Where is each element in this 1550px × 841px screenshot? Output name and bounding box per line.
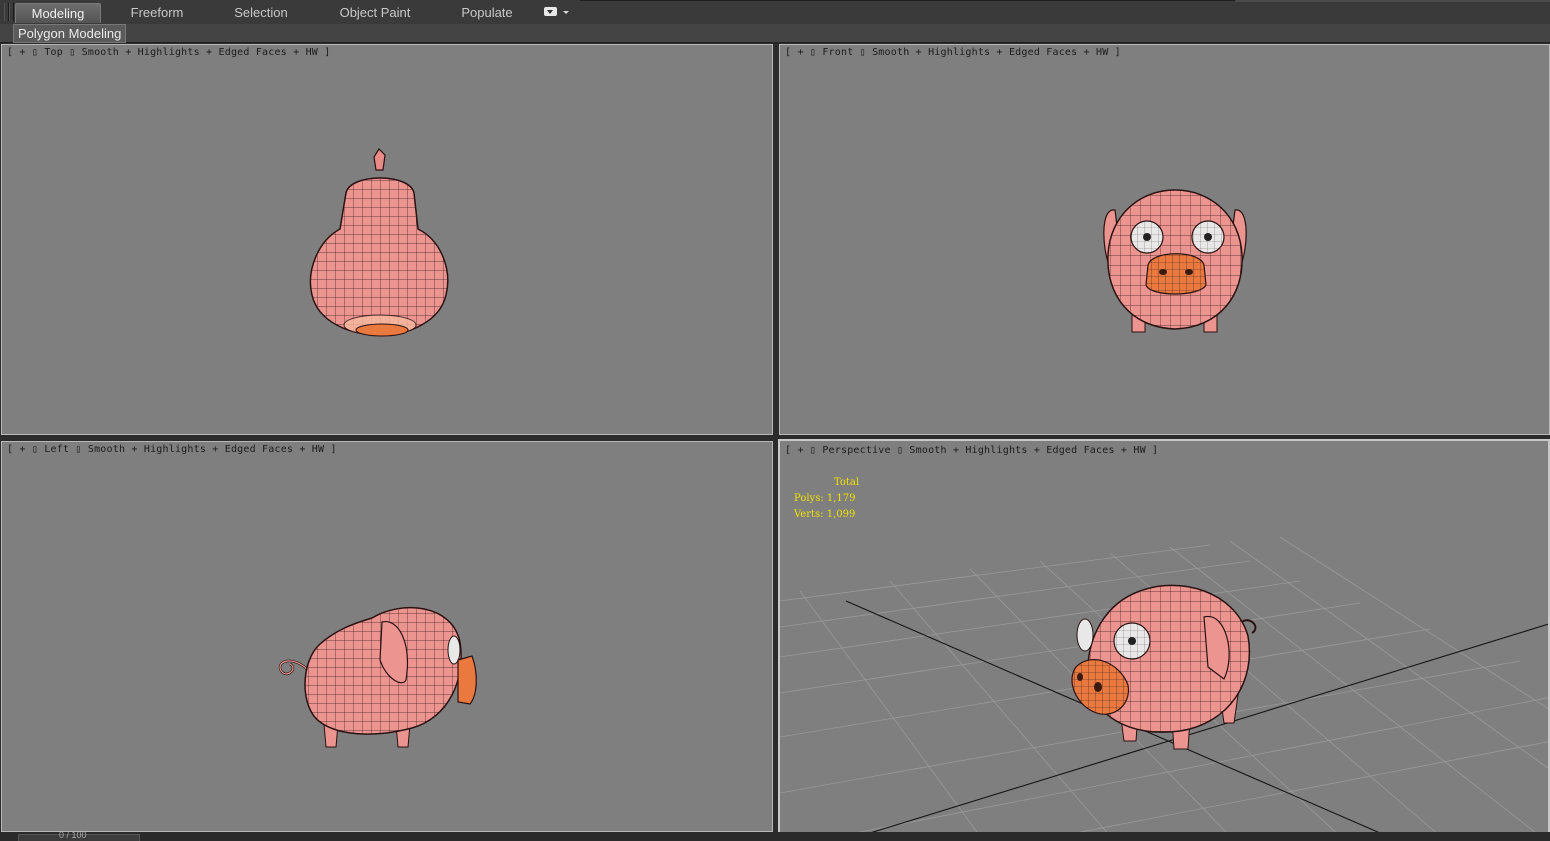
pig-mesh-front bbox=[1103, 189, 1247, 333]
ribbon-panel: Polygon Modeling bbox=[0, 24, 1550, 43]
panel-polygon-modeling[interactable]: Polygon Modeling bbox=[13, 24, 127, 43]
tab-selection[interactable]: Selection bbox=[219, 3, 303, 22]
perspective-scene bbox=[780, 536, 1548, 832]
ribbon-grip[interactable] bbox=[9, 3, 14, 21]
frame-counter-label: 0 / 100 bbox=[59, 830, 87, 840]
viewport-front[interactable]: [ + ▯ Front ▯ Smooth + Highlights + Edge… bbox=[779, 44, 1550, 435]
divider bbox=[1235, 0, 1550, 2]
pig-model bbox=[1103, 189, 1247, 333]
viewport-top[interactable]: [ + ▯ Top ▯ Smooth + Highlights + Edged … bbox=[1, 44, 773, 435]
timeline-bar bbox=[0, 832, 1550, 840]
ribbon-tab-bar: Modeling Freeform Selection Object Paint… bbox=[0, 0, 1550, 25]
ribbon-options-dropdown[interactable] bbox=[544, 6, 570, 20]
viewport-perspective[interactable]: [ + ▯ Perspective ▯ Smooth + Highlights … bbox=[778, 439, 1550, 834]
divider bbox=[580, 0, 1235, 1]
chevron-down-icon bbox=[563, 11, 569, 14]
pig-model bbox=[278, 607, 477, 748]
pig-mesh-top bbox=[309, 148, 449, 337]
pig-mesh-left bbox=[278, 607, 477, 748]
tab-freeform[interactable]: Freeform bbox=[115, 3, 199, 22]
ribbon-options-icon bbox=[544, 7, 557, 16]
pig-model bbox=[309, 148, 449, 337]
tab-modeling[interactable]: Modeling bbox=[15, 3, 101, 23]
tab-object-paint[interactable]: Object Paint bbox=[330, 3, 420, 22]
viewport-left[interactable]: [ + ▯ Left ▯ Smooth + Highlights + Edged… bbox=[1, 441, 773, 832]
tab-populate[interactable]: Populate bbox=[445, 3, 529, 22]
